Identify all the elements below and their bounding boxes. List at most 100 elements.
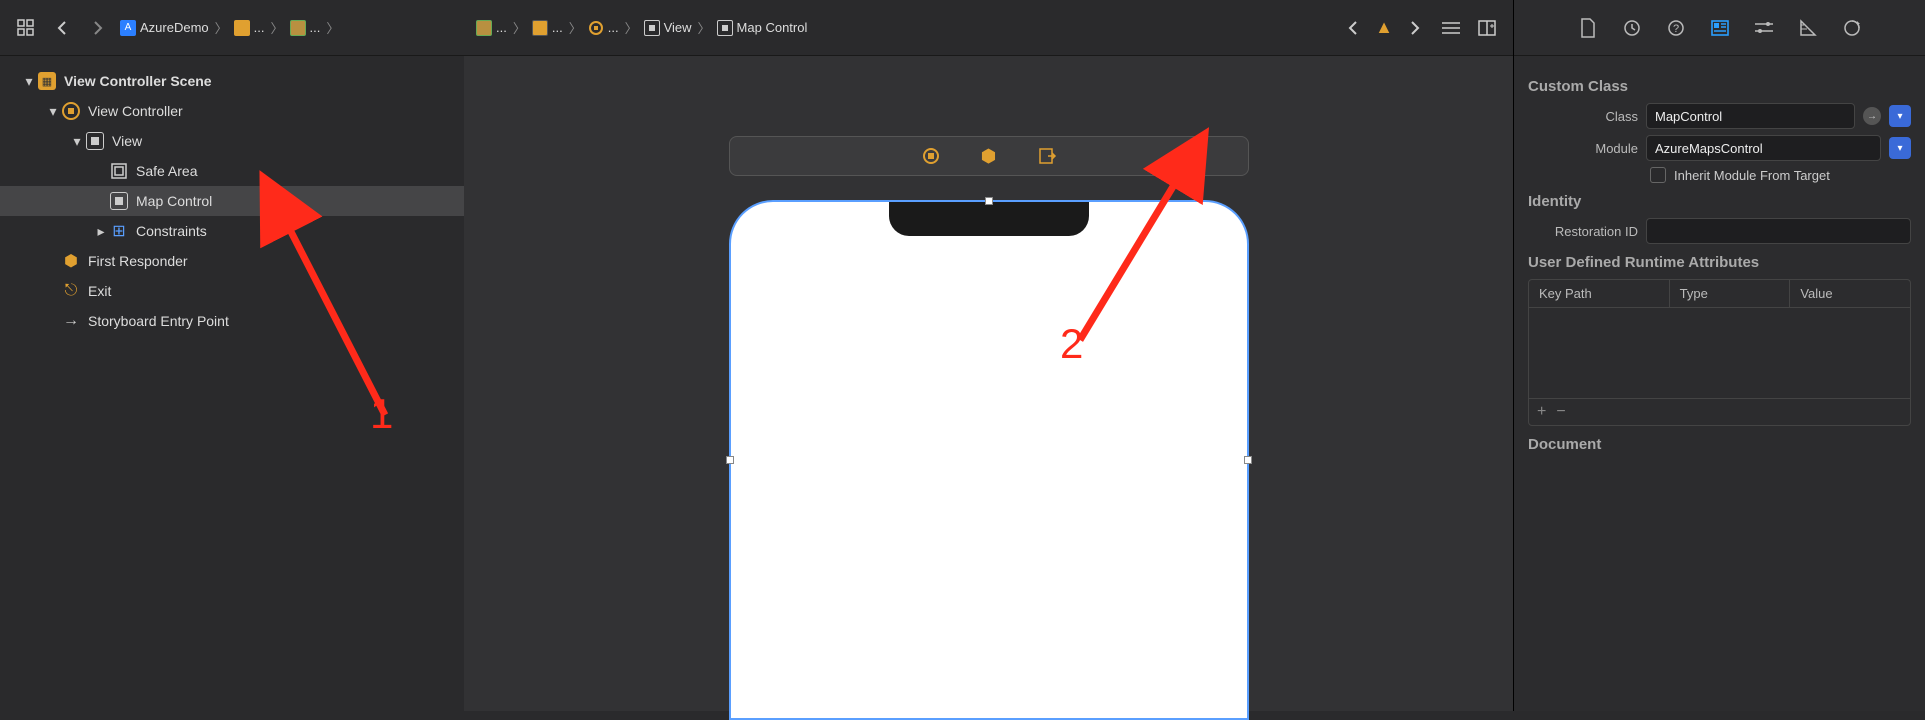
tab-connections[interactable] <box>1839 15 1865 41</box>
outline-scene[interactable]: ▾ ▦ View Controller Scene <box>0 66 464 96</box>
safearea-icon <box>110 162 128 180</box>
breadcrumb: A AzureDemo 〉 ... 〉 ... 〉 <box>120 18 452 37</box>
restoration-field[interactable] <box>1646 218 1911 244</box>
scene-icon <box>532 20 548 36</box>
scene-dock[interactable]: ⬢ <box>729 136 1249 176</box>
module-field[interactable] <box>1646 135 1881 161</box>
exit-icon: ⎋ <box>62 282 80 300</box>
viewcontroller-icon <box>62 102 80 120</box>
class-field[interactable] <box>1646 103 1855 129</box>
col-type[interactable]: Type <box>1670 280 1791 307</box>
selection-handle[interactable] <box>985 197 993 205</box>
viewcontroller-icon[interactable] <box>922 147 940 165</box>
class-dropdown-button[interactable]: ▾ <box>1889 105 1911 127</box>
jump-bar-center: ... 〉 ... 〉 ... 〉 View 〉 <box>464 0 1513 56</box>
outline-exit[interactable]: ⎋ Exit <box>0 276 464 306</box>
chevron-right-icon: 〉 <box>271 18 284 37</box>
chevron-down-icon[interactable]: ▾ <box>22 74 36 88</box>
back-button[interactable] <box>48 14 76 42</box>
outline-mapcontrol[interactable]: Map Control <box>0 186 464 216</box>
crumb-folder[interactable]: ... <box>234 20 265 36</box>
chevron-right-icon: 〉 <box>513 18 526 37</box>
outline-label: Safe Area <box>136 163 198 179</box>
crumb-label: ... <box>496 20 507 35</box>
crumb-item[interactable]: ... <box>588 20 619 36</box>
storyboard-icon <box>476 20 492 36</box>
chevron-right-icon: 〉 <box>569 18 582 37</box>
device-frame[interactable] <box>729 200 1249 720</box>
inherit-module-checkbox[interactable] <box>1650 167 1666 183</box>
chevron-right-icon: 〉 <box>215 18 228 37</box>
constraints-icon: ⊞ <box>110 222 128 240</box>
crumb-mapcontrol[interactable]: Map Control <box>717 20 808 36</box>
module-dropdown-button[interactable]: ▾ <box>1889 137 1911 159</box>
warning-icon[interactable]: ▲ <box>1375 17 1393 38</box>
chevron-down-icon[interactable]: ▾ <box>46 104 60 118</box>
outline-label: Map Control <box>136 193 212 209</box>
scene-icon: ▦ <box>38 72 56 90</box>
outline-label: View Controller <box>88 103 183 119</box>
crumb-item[interactable]: ... <box>532 20 563 36</box>
view-icon <box>110 192 128 210</box>
restoration-label: Restoration ID <box>1528 224 1638 239</box>
forward-button[interactable] <box>1401 14 1429 42</box>
tab-identity[interactable] <box>1707 15 1733 41</box>
class-label: Class <box>1528 109 1638 124</box>
selection-handle[interactable] <box>726 456 734 464</box>
outline-constraints[interactable]: ▸ ⊞ Constraints <box>0 216 464 246</box>
inherit-module-label: Inherit Module From Target <box>1674 168 1830 183</box>
inspector-tabs: ? <box>1514 0 1925 56</box>
tab-file[interactable] <box>1575 15 1601 41</box>
crumb-project[interactable]: A AzureDemo <box>120 20 209 36</box>
outline-view[interactable]: ▾ View <box>0 126 464 156</box>
navigate-arrow-icon[interactable]: → <box>1863 107 1881 125</box>
col-keypath[interactable]: Key Path <box>1529 280 1670 307</box>
outline-label: First Responder <box>88 253 188 269</box>
tab-size[interactable] <box>1795 15 1821 41</box>
tab-history[interactable] <box>1619 15 1645 41</box>
crumb-item[interactable]: ... <box>476 20 507 36</box>
crumb-label: ... <box>552 20 563 35</box>
outline-entrypoint[interactable]: → Storyboard Entry Point <box>0 306 464 336</box>
crumb-view[interactable]: View <box>644 20 692 36</box>
chevron-right-icon: 〉 <box>625 18 638 37</box>
chevron-right-icon[interactable]: ▸ <box>94 224 108 238</box>
remove-attribute-button[interactable]: − <box>1556 403 1565 421</box>
firstresponder-icon[interactable]: ⬢ <box>980 147 998 165</box>
outline-viewcontroller[interactable]: ▾ View Controller <box>0 96 464 126</box>
crumb-label: AzureDemo <box>140 20 209 35</box>
project-icon: A <box>120 20 136 36</box>
jump-bar: A AzureDemo 〉 ... 〉 ... 〉 <box>0 0 464 56</box>
tab-help[interactable]: ? <box>1663 15 1689 41</box>
crumb-label: ... <box>310 20 321 35</box>
outline-label: Storyboard Entry Point <box>88 313 229 329</box>
view-icon <box>717 20 733 36</box>
crumb-storyboard[interactable]: ... <box>290 20 321 36</box>
outline-firstresponder[interactable]: ⬢ First Responder <box>0 246 464 276</box>
runtime-attributes-table: Key Path Type Value + − <box>1528 279 1911 426</box>
forward-button[interactable] <box>84 14 112 42</box>
outline-label: Exit <box>88 283 111 299</box>
document-outline: ▾ ▦ View Controller Scene ▾ View Control… <box>0 56 464 711</box>
storyboard-icon <box>290 20 306 36</box>
view-icon <box>644 20 660 36</box>
col-value[interactable]: Value <box>1790 280 1910 307</box>
chevron-down-icon[interactable]: ▾ <box>70 134 84 148</box>
canvas[interactable]: ⬢ <box>464 56 1513 711</box>
runtime-attributes-body[interactable] <box>1529 308 1910 398</box>
related-items-icon[interactable] <box>12 14 40 42</box>
cube-icon: ⬢ <box>62 252 80 270</box>
chevron-right-icon: 〉 <box>326 18 339 37</box>
exit-icon[interactable] <box>1038 147 1056 165</box>
outline-label: Constraints <box>136 223 207 239</box>
crumb-label: View <box>664 20 692 35</box>
back-button[interactable] <box>1339 14 1367 42</box>
selection-handle[interactable] <box>1244 456 1252 464</box>
add-attribute-button[interactable]: + <box>1537 403 1546 421</box>
crumb-label: ... <box>254 20 265 35</box>
add-editor-icon[interactable] <box>1473 14 1501 42</box>
tab-attributes[interactable] <box>1751 15 1777 41</box>
breadcrumb-center: ... 〉 ... 〉 ... 〉 View 〉 <box>476 18 1331 37</box>
adjust-editor-icon[interactable] <box>1437 14 1465 42</box>
outline-safearea[interactable]: Safe Area <box>0 156 464 186</box>
